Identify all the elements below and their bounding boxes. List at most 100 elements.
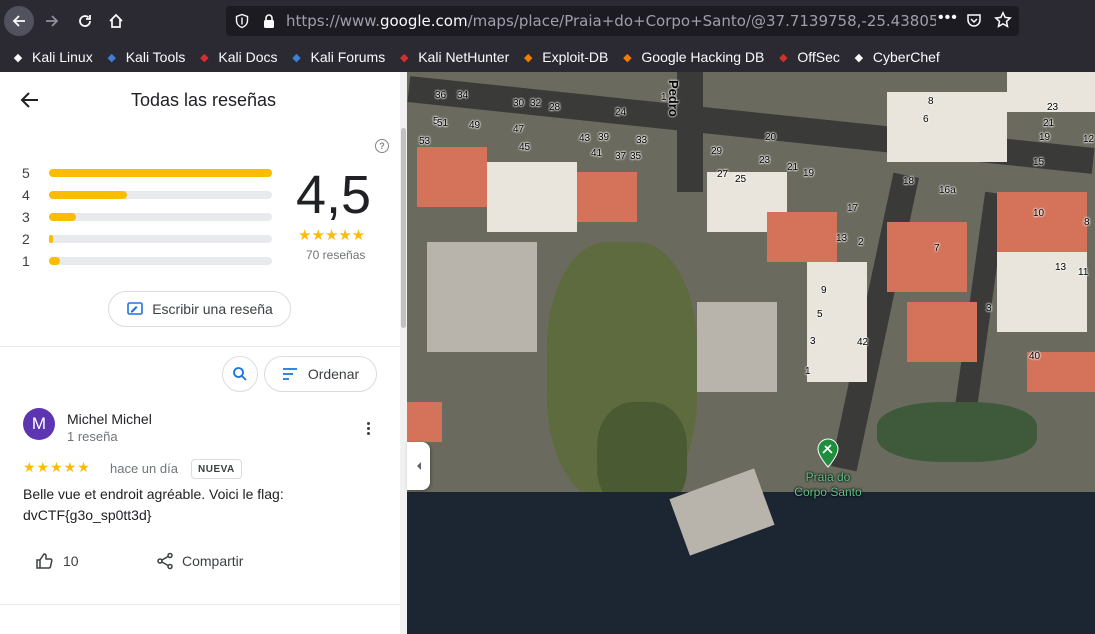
bookmark-item[interactable]: ◆ Kali Linux	[10, 49, 93, 65]
help-icon[interactable]: ?	[375, 139, 389, 153]
write-review-button[interactable]: Escribir una reseña	[108, 291, 291, 327]
map-building	[577, 172, 637, 222]
bookmark-item[interactable]: ◆ Exploit-DB	[520, 49, 608, 65]
bookmark-item[interactable]: ◆ Kali Docs	[196, 49, 277, 65]
back-button[interactable]	[4, 6, 34, 36]
rating-row[interactable]: 2	[22, 228, 282, 250]
address-number: 13	[1055, 262, 1067, 273]
map-building	[417, 147, 487, 207]
address-number: 3	[986, 303, 992, 314]
reload-button[interactable]	[70, 6, 100, 36]
review-stars: ★★★★★	[23, 459, 91, 475]
address-number: 21	[787, 162, 799, 173]
pocket-icon[interactable]	[966, 12, 982, 28]
rating-label: 3	[22, 209, 30, 225]
bookmark-item[interactable]: ◆ Google Hacking DB	[619, 49, 764, 65]
beach-pin-icon[interactable]	[817, 438, 839, 468]
rating-bar	[49, 257, 272, 265]
collapse-panel-button[interactable]	[407, 442, 430, 490]
address-number: 25	[735, 174, 747, 185]
map-view[interactable]: Pedro 36 34 30 32 28 1 5 51 49 47 24 53 43 39 33 45 41 37…	[407, 72, 1095, 634]
address-number: 19	[803, 168, 815, 179]
address-number: 43	[579, 133, 591, 144]
address-number: 9	[821, 285, 827, 296]
address-number: 19	[1039, 132, 1051, 143]
bookmark-star-icon[interactable]	[994, 11, 1012, 29]
address-number: 23	[1047, 102, 1059, 113]
reviewer-review-count: 1 reseña	[67, 429, 118, 444]
rating-bar	[49, 169, 272, 177]
bookmark-item[interactable]: ◆ Kali NetHunter	[396, 49, 509, 65]
address-number: 41	[591, 148, 603, 159]
poi-label[interactable]: Praia do Corpo Santo	[769, 470, 887, 500]
rating-bar-fill	[49, 169, 272, 177]
avatar[interactable]: M	[23, 408, 55, 440]
address-number: 47	[513, 124, 525, 135]
map-building	[887, 222, 967, 292]
page-actions-menu[interactable]: •••	[938, 9, 958, 27]
forward-button[interactable]	[37, 6, 67, 36]
like-count: 10	[63, 553, 79, 569]
lock-icon[interactable]	[262, 13, 276, 29]
home-button[interactable]	[101, 6, 131, 36]
review-text: Belle vue et endroit agréable. Voici le …	[23, 484, 383, 526]
map-building	[887, 92, 1007, 162]
kali-tools-icon: ◆	[107, 51, 116, 64]
kali-dragon-icon: ◆	[13, 51, 23, 64]
url-bar[interactable]: https://www.google.com/maps/place/Praia+…	[226, 6, 1019, 36]
address-number: 17	[847, 203, 859, 214]
average-stars: ★★★★★	[298, 227, 366, 244]
panel-scrollbar-thumb[interactable]	[401, 128, 406, 328]
search-reviews-button[interactable]	[222, 356, 258, 392]
map-building	[767, 212, 837, 262]
new-badge: NUEVA	[191, 459, 242, 479]
poi-label-line: Corpo Santo	[794, 485, 862, 499]
bookmark-item[interactable]: ◆ CyberChef	[851, 49, 940, 65]
address-number: 1	[661, 92, 667, 103]
rating-row[interactable]: 3	[22, 206, 282, 228]
bookmark-item[interactable]: ◆ Kali Tools	[104, 49, 186, 65]
map-building	[487, 162, 577, 232]
offsec-icon: ◆	[779, 51, 788, 64]
rating-row[interactable]: 1	[22, 250, 282, 272]
arrow-left-icon	[12, 15, 25, 27]
sort-icon	[282, 368, 297, 380]
thumbs-up-icon	[36, 553, 53, 569]
rating-label: 4	[22, 187, 30, 203]
bookmark-label: OffSec	[797, 49, 840, 65]
address-number: 18	[903, 176, 915, 187]
rating-bar	[49, 191, 272, 199]
bookmark-label: Kali Tools	[125, 49, 186, 65]
rating-bar-fill	[49, 191, 128, 199]
edit-review-icon	[127, 302, 143, 315]
map-building	[407, 402, 442, 442]
bookmark-label: Kali Docs	[218, 49, 278, 65]
review-time: hace un día	[110, 461, 178, 476]
share-button[interactable]: Compartir	[156, 552, 243, 570]
kali-forums-icon: ◆	[292, 51, 301, 64]
address-number: 7	[934, 243, 940, 254]
address-number: 11	[1078, 267, 1089, 278]
reviewer-name[interactable]: Michel Michel	[67, 411, 152, 427]
shield-icon[interactable]	[234, 13, 250, 29]
bookmark-item[interactable]: ◆ OffSec	[775, 49, 840, 65]
url-text[interactable]: https://www.google.com/maps/place/Praia+…	[286, 12, 936, 30]
more-options-icon[interactable]	[360, 418, 376, 438]
bookmarks-bar: ◆ Kali Linux ◆ Kali Tools ◆ Kali Docs ◆ Kali Fo…	[0, 42, 1095, 72]
map-building	[997, 252, 1087, 332]
like-button[interactable]: 10	[35, 552, 79, 570]
sort-label: Ordenar	[307, 366, 360, 382]
rating-label: 1	[22, 253, 30, 269]
address-number: 28	[549, 102, 561, 113]
page-title: Todas las reseñas	[130, 90, 277, 110]
address-number: 10	[1033, 208, 1045, 219]
rating-label: 2	[22, 231, 30, 247]
rating-row[interactable]: 4	[22, 184, 282, 206]
bookmark-item[interactable]: ◆ Kali Forums	[289, 49, 385, 65]
address-number: 32	[530, 98, 542, 109]
rating-bar	[49, 235, 272, 243]
exploit-db-icon: ◆	[524, 51, 533, 64]
panel-header: Todas las reseñas	[0, 72, 400, 130]
rating-row[interactable]: 5	[22, 162, 282, 184]
sort-button[interactable]: Ordenar	[264, 356, 377, 392]
